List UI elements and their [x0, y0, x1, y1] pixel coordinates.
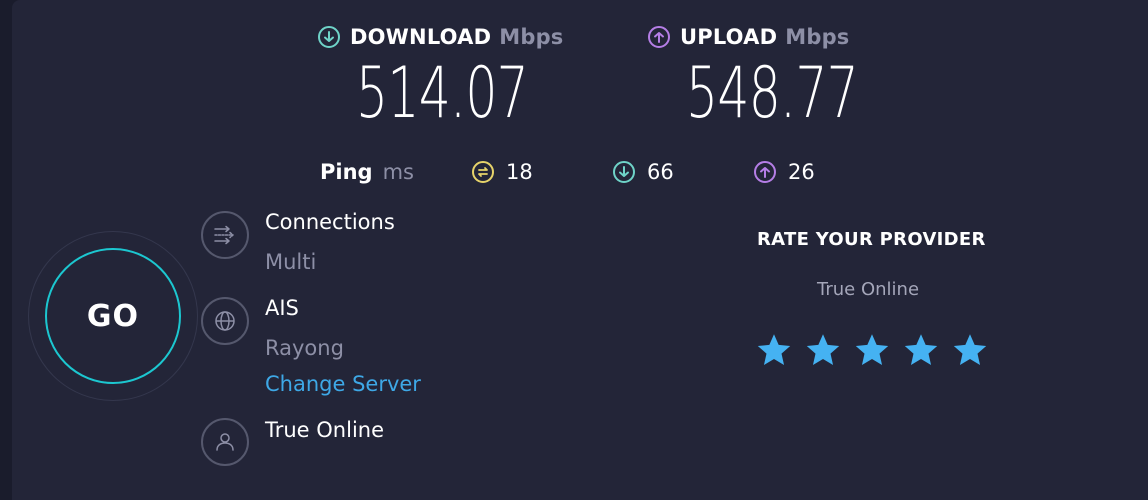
rate-provider-title: RATE YOUR PROVIDER	[757, 229, 986, 250]
upload-label: UPLOAD	[680, 25, 778, 49]
upload-header: UPLOAD Mbps	[648, 23, 850, 51]
ping-label: Ping	[320, 160, 373, 184]
globe-icon	[201, 297, 249, 345]
star-icon[interactable]	[805, 332, 841, 368]
arrow-down-icon	[613, 161, 635, 183]
arrow-up-icon	[648, 26, 670, 48]
download-header: DOWNLOAD Mbps	[318, 23, 564, 51]
connections-icon[interactable]	[201, 211, 249, 259]
star-icon[interactable]	[903, 332, 939, 368]
ping-idle: 18	[472, 158, 533, 186]
ping-upload-value: 26	[788, 160, 815, 184]
download-unit: Mbps	[499, 25, 564, 49]
ping-unit: ms	[382, 160, 414, 184]
ping-label-group: Ping ms	[320, 158, 414, 186]
rate-provider-name: True Online	[817, 279, 920, 300]
upload-unit: Mbps	[785, 25, 850, 49]
connections-title: Connections	[265, 210, 395, 234]
connections-value: Multi	[265, 250, 317, 274]
arrow-down-icon	[318, 26, 340, 48]
server-location: Rayong	[265, 336, 344, 360]
speedtest-panel	[12, 0, 1148, 500]
download-label: DOWNLOAD	[350, 25, 492, 49]
upload-speed-value: 548.77	[686, 52, 859, 134]
person-icon	[201, 418, 249, 466]
ping-upload: 26	[754, 158, 815, 186]
star-icon[interactable]	[952, 332, 988, 368]
go-button[interactable]: GO	[45, 248, 181, 384]
arrow-up-icon	[754, 161, 776, 183]
ping-idle-value: 18	[506, 160, 533, 184]
provider-name: True Online	[265, 418, 385, 442]
download-speed-value: 514.07	[356, 52, 529, 134]
server-name: AIS	[265, 296, 299, 320]
star-icon[interactable]	[854, 332, 890, 368]
change-server-link[interactable]: Change Server	[265, 372, 421, 396]
ping-download-value: 66	[647, 160, 674, 184]
star-icon[interactable]	[756, 332, 792, 368]
ping-download: 66	[613, 158, 674, 186]
star-rating	[756, 332, 988, 368]
jitter-icon	[472, 161, 494, 183]
